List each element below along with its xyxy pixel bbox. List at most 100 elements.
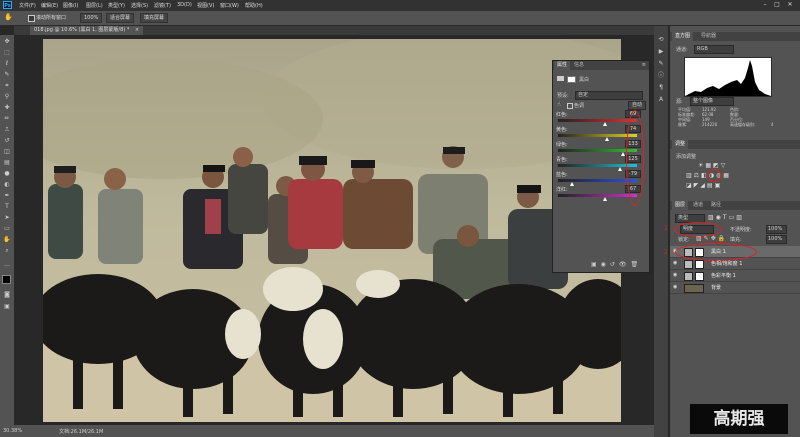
mask-icon[interactable] [567, 76, 576, 83]
more-tools-icon[interactable]: … [3, 261, 11, 269]
hand-icon[interactable]: ✋ [3, 236, 11, 244]
properties-footer-icons[interactable]: ▣◉↺👁🗑 [591, 261, 642, 268]
healing-brush-tool-icon[interactable]: ✚ [3, 104, 11, 112]
layer-row[interactable]: ◉ 背景 [670, 282, 800, 294]
move-tool-icon[interactable]: ✥ [3, 38, 11, 46]
marquee-tool-icon[interactable]: ⬚ [3, 49, 11, 57]
source-select[interactable]: 整个图像 [690, 97, 734, 106]
clone-stamp-tool-icon[interactable]: ⎍ [3, 126, 11, 134]
zoom-100-button[interactable]: 100% [80, 13, 103, 23]
channel-select[interactable]: RGB [694, 45, 734, 54]
properties-panel: 属性 信息 ≡ 黑白 预设: 自定 ☝ 色调 自动 红色: 69 黄色: 74 绿色: 1… [552, 60, 650, 273]
layer-name[interactable]: 色彩平衡 1 [711, 272, 736, 279]
right-panels: 直方图 导航器 通道: RGB 源: 整个图像 平均值: 121.92 标准偏差… [664, 26, 800, 437]
layer-name[interactable]: 背景 [711, 284, 721, 291]
slider-knob[interactable] [602, 197, 607, 201]
scroll-all-checkbox[interactable] [28, 15, 35, 22]
blur-tool-icon[interactable]: ● [3, 170, 11, 178]
values-highlight [626, 110, 644, 206]
tab-info[interactable]: 信息 [571, 61, 587, 70]
slider-knob[interactable] [604, 137, 609, 141]
menu-layer[interactable]: 图层(L) [86, 2, 103, 9]
info-icon[interactable]: ⓘ [657, 72, 665, 80]
lasso-tool-icon[interactable]: ℓ [3, 60, 11, 68]
eye-icon[interactable]: ◉ [673, 261, 679, 266]
gradient-tool-icon[interactable]: ▤ [3, 159, 11, 167]
document-tab[interactable]: 018.jpg @ 10.6% (黑白 1, 图层蒙版/8) * × [30, 26, 144, 35]
minimize-icon[interactable]: – [760, 1, 770, 9]
slider-knob[interactable] [603, 122, 608, 126]
tab-adjustments[interactable]: 调整 [672, 140, 689, 149]
slider-track[interactable] [558, 119, 637, 122]
eraser-tool-icon[interactable]: ◫ [3, 148, 11, 156]
fill-input[interactable]: 100% [766, 235, 787, 244]
quick-mask-icon[interactable]: ◙ [3, 291, 11, 299]
slider-track[interactable] [558, 134, 637, 137]
brush-preset-icon[interactable]: ✎ [657, 60, 665, 68]
close-tab-icon[interactable]: × [135, 27, 139, 33]
menu-type[interactable]: 类型(Y) [108, 2, 125, 9]
maximize-icon[interactable]: □ [772, 1, 782, 9]
eyedropper-tool-icon[interactable]: ⚲ [3, 93, 11, 101]
path-select-tool-icon[interactable]: ➤ [3, 214, 11, 222]
tab-navigator[interactable]: 导航器 [698, 32, 719, 41]
zoom-tool-icon[interactable]: ⌕ [3, 247, 11, 255]
menu-file[interactable]: 文件(F) [19, 2, 36, 9]
paragraph-icon[interactable]: ¶ [657, 84, 665, 92]
tint-checkbox[interactable] [567, 103, 573, 109]
shape-tool-icon[interactable]: ▭ [3, 225, 11, 233]
foreground-color-swatch[interactable] [2, 275, 11, 284]
character-icon[interactable]: A [657, 96, 665, 104]
slider-knob[interactable] [618, 167, 623, 171]
tab-properties[interactable]: 属性 [554, 61, 571, 70]
adjustment-icons-row-1[interactable]: ☀▦◩▽ [698, 162, 727, 169]
tab-paths[interactable]: 路径 [708, 201, 724, 210]
stat-pixels-label: 像素: [678, 122, 688, 127]
menu-filter[interactable]: 滤镜(T) [154, 2, 171, 9]
menu-window[interactable]: 窗口(W) [220, 2, 239, 9]
layer-filter-icons[interactable]: ▨◉T▭▥ [708, 214, 744, 221]
layer-row[interactable]: ◉ 色相/饱和度 1 [670, 258, 800, 270]
target-adjust-icon[interactable]: ☝ [557, 101, 561, 108]
tab-layers[interactable]: 图层 [672, 201, 689, 210]
layer-mask-thumbnail[interactable] [695, 272, 704, 281]
zoom-level[interactable]: 30.38% [3, 428, 22, 434]
fit-screen-button[interactable]: 适合屏幕 [106, 13, 135, 23]
adjustment-icons-row-3[interactable]: ◪◤◢▤▣ [686, 182, 722, 189]
tab-histogram[interactable]: 直方图 [672, 32, 694, 41]
dodge-tool-icon[interactable]: ◐ [3, 181, 11, 189]
opacity-input[interactable]: 100% [766, 225, 787, 234]
actions-icon[interactable]: ▶ [657, 48, 665, 56]
pen-tool-icon[interactable]: ✒ [3, 192, 11, 200]
layer-row[interactable]: ◉ 色彩平衡 1 [670, 270, 800, 282]
tab-channels[interactable]: 通道 [690, 201, 706, 210]
eye-icon[interactable]: ◉ [673, 285, 679, 290]
slider-knob[interactable] [570, 182, 575, 186]
slider-track[interactable] [558, 194, 637, 197]
menu-3d[interactable]: 3D(D) [177, 2, 192, 8]
menu-help[interactable]: 帮助(H) [245, 2, 263, 9]
layer-mask-thumbnail[interactable] [695, 260, 704, 269]
history-brush-tool-icon[interactable]: ↺ [3, 137, 11, 145]
slider-label: 绿色: [556, 142, 568, 148]
preset-select[interactable]: 自定 [575, 91, 643, 100]
brush-tool-icon[interactable]: ✏ [3, 115, 11, 123]
fill-screen-button[interactable]: 填充屏幕 [140, 13, 169, 23]
menu-view[interactable]: 视图(V) [197, 2, 214, 9]
history-icon[interactable]: ⟲ [657, 36, 665, 44]
hand-tool-icon[interactable]: ✋ [4, 13, 13, 21]
layer-name[interactable]: 色相/饱和度 1 [711, 260, 742, 267]
type-tool-icon[interactable]: T [3, 203, 11, 211]
lock-icons[interactable]: ▨✎✥🔒 [696, 235, 727, 242]
crop-tool-icon[interactable]: ⌗ [3, 82, 11, 90]
auto-button[interactable]: 自动 [628, 101, 647, 110]
menu-edit[interactable]: 编辑(E) [41, 2, 58, 9]
panel-menu-icon[interactable]: ≡ [642, 62, 646, 68]
document-image[interactable] [43, 39, 621, 422]
close-icon[interactable]: ✕ [785, 1, 795, 9]
eye-icon[interactable]: ◉ [673, 273, 679, 278]
menu-select[interactable]: 选择(S) [131, 2, 148, 9]
quick-select-tool-icon[interactable]: ✎ [3, 71, 11, 79]
menu-image[interactable]: 图像(I) [63, 2, 78, 9]
screen-mode-icon[interactable]: ▣ [3, 303, 11, 311]
